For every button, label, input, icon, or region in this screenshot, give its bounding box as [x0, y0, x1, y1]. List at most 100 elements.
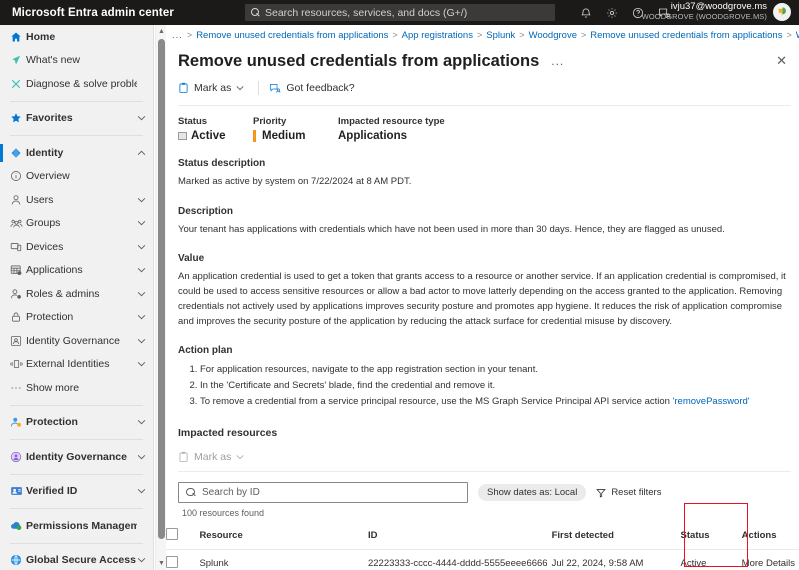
sidebar-item-label: Identity Governance [26, 334, 120, 347]
page-title: Remove unused credentials from applicati… [178, 51, 540, 70]
cell-resource: Splunk [199, 549, 368, 570]
breadcrumb-link-2[interactable]: Splunk [486, 30, 515, 41]
chevron-down-icon[interactable] [137, 419, 147, 425]
column-header-resource[interactable]: Resource [199, 522, 368, 551]
sidebar-item-roles-admins[interactable]: Roles & admins [0, 282, 153, 306]
sidebar-item-global-secure-access[interactable]: Global Secure Access [0, 549, 153, 570]
description-body: Your tenant has applications with creden… [178, 223, 725, 235]
account-menu[interactable]: ivju37@woodgrove.ms WOODGROVE (WOODGROVE… [641, 1, 791, 22]
chevron-down-icon [236, 455, 244, 460]
permissions-management-icon [10, 520, 26, 532]
chevron-down-icon[interactable] [137, 267, 147, 273]
bell-icon[interactable] [580, 7, 592, 19]
select-all-header[interactable] [166, 522, 200, 551]
left-navigation[interactable]: Home What's new Diagnose & solve problems F… [0, 25, 154, 570]
sidebar-item-applications[interactable]: Applications [0, 259, 153, 283]
chevron-down-icon[interactable] [137, 557, 147, 563]
status-description-section: Status description Marked as active by s… [166, 158, 799, 190]
breadcrumb-link-1[interactable]: App registrations [402, 30, 473, 41]
chevron-down-icon[interactable] [137, 291, 147, 297]
sidebar-item-groups[interactable]: Groups [0, 212, 153, 236]
sidebar-item-identity-governance[interactable]: Identity Governance [0, 445, 153, 469]
sidebar-item-diagnose-solve-problems[interactable]: Diagnose & solve problems [0, 72, 153, 96]
chevron-down-icon[interactable] [137, 314, 147, 320]
breadcrumb-separator: > [476, 30, 483, 40]
action-plan-step: For application resources, navigate to t… [200, 362, 789, 378]
sidebar-item-identity[interactable]: Identity [0, 141, 153, 165]
breadcrumb-overflow-ellipsis[interactable]: ... [172, 30, 183, 41]
row-checkbox[interactable] [166, 556, 178, 569]
scrollbar-thumb[interactable] [158, 39, 165, 539]
sidebar-item-label: Protection [26, 311, 74, 324]
sidebar-item-protection[interactable]: Protection [0, 306, 153, 330]
sidebar-item-identity-governance[interactable]: Identity Governance [0, 329, 153, 353]
priority-value-row: Medium [253, 130, 328, 142]
status-label: Status [178, 116, 208, 127]
reset-filters-button[interactable]: Reset filters [596, 487, 661, 498]
show-dates-as-button[interactable]: Show dates as: Local [478, 484, 587, 502]
priority-severity-bar [253, 130, 256, 142]
chevron-down-icon[interactable] [137, 115, 147, 121]
breadcrumb-link-3[interactable]: Woodgrove [529, 30, 577, 41]
groups-icon [10, 217, 26, 229]
chevron-down-icon[interactable] [137, 338, 147, 344]
app-brand-title[interactable]: Microsoft Entra admin center [0, 7, 174, 19]
breadcrumb-link-4[interactable]: Remove unused credentials from applicati… [590, 30, 782, 41]
sidebar-item-overview[interactable]: Overview [0, 165, 153, 189]
chevron-down-icon[interactable] [137, 244, 147, 250]
global-header: Microsoft Entra admin center Search reso… [0, 0, 799, 25]
nav-divider [10, 542, 143, 544]
got-feedback-button[interactable]: Got feedback? [269, 80, 362, 96]
value-section: Value An application credential is used … [166, 253, 799, 329]
close-icon[interactable]: ✕ [776, 53, 793, 69]
roles-icon [10, 288, 26, 300]
sidebar-item-permissions-management[interactable]: Permissions Management [0, 514, 153, 538]
column-header-status[interactable]: Status [680, 522, 742, 551]
column-header-first-detected[interactable]: First detected [551, 522, 681, 551]
reset-filters-label: Reset filters [611, 487, 662, 499]
chevron-down-icon[interactable] [137, 488, 147, 494]
table-row[interactable]: Splunk 22223333-cccc-4444-dddd-5555eeee66… [166, 549, 799, 570]
sidebar-item-label: Home [26, 30, 56, 43]
sidebar-item-favorites[interactable]: Favorites [0, 107, 153, 131]
sidebar-item-label: Groups [26, 217, 61, 230]
breadcrumb-link-0[interactable]: Remove unused credentials from applicati… [196, 30, 388, 41]
chevron-down-icon[interactable] [137, 454, 147, 460]
select-all-checkbox[interactable] [166, 528, 178, 541]
more-details-link[interactable]: More Details [741, 549, 799, 570]
column-header-actions[interactable]: Actions [741, 522, 799, 551]
table-header-row: Resource ID First detected Status Action… [166, 522, 799, 551]
sidebar-item-what-s-new[interactable]: What's new [0, 49, 153, 73]
sidebar-item-show-more[interactable]: Show more [0, 376, 153, 400]
remove-password-code-link[interactable]: 'removePassword' [673, 396, 750, 407]
entra-admin-center-window: Microsoft Entra admin center Search reso… [0, 0, 799, 570]
avatar[interactable] [773, 2, 791, 21]
sidebar-scrollbar[interactable]: ▲ ▼ [155, 25, 166, 570]
chevron-up-icon[interactable] [137, 150, 147, 156]
sidebar-item-home[interactable]: Home [0, 25, 153, 49]
impacted-filter-row: Search by ID Show dates as: Local Reset … [166, 472, 799, 504]
chevron-down-icon[interactable] [137, 361, 147, 367]
sidebar-item-users[interactable]: Users [0, 188, 153, 212]
sidebar-item-protection[interactable]: Protection [0, 411, 153, 435]
sidebar-item-devices[interactable]: Devices [0, 235, 153, 259]
global-search-box[interactable]: Search resources, services, and docs (G+… [245, 4, 555, 21]
column-header-id[interactable]: ID [367, 522, 552, 551]
nav-divider [10, 404, 143, 406]
chevron-down-icon[interactable] [137, 197, 147, 203]
search-by-id-placeholder: Search by ID [202, 487, 260, 499]
gear-icon[interactable] [606, 7, 618, 19]
sidebar-item-external-identities[interactable]: External Identities [0, 353, 153, 377]
mark-as-button[interactable]: Mark as [178, 80, 252, 96]
sidebar-item-label: Verified ID [26, 485, 78, 498]
table-header: Resource ID First detected Status Action… [166, 522, 799, 551]
search-by-id-input[interactable]: Search by ID [178, 482, 468, 504]
sidebar-item-verified-id[interactable]: Verified ID [0, 480, 153, 504]
row-select-cell[interactable] [166, 549, 200, 570]
account-org: WOODGROVE (WOODGROVE.MS) [641, 11, 767, 21]
nav-divider [10, 100, 143, 102]
page-more-menu[interactable]: ... [551, 54, 564, 68]
chevron-down-icon[interactable] [137, 220, 147, 226]
impacted-mark-as-button[interactable]: Mark as [178, 449, 252, 465]
star-icon [10, 112, 26, 124]
